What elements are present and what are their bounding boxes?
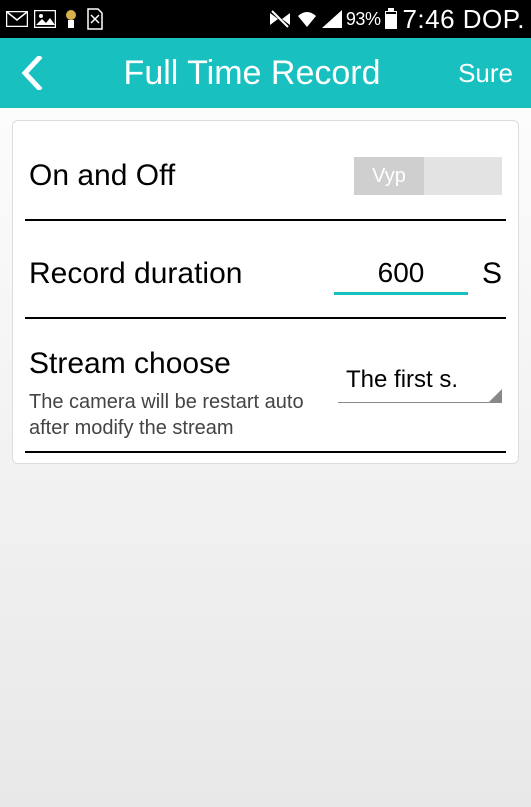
row-on-off: On and Off Vyp (25, 151, 506, 221)
toggle-state-label: Vyp (354, 157, 424, 195)
sure-button[interactable]: Sure (450, 58, 521, 89)
row-duration: Record duration S (25, 249, 506, 319)
battery-percentage: 93% (346, 9, 381, 30)
app-notification-icon (62, 9, 80, 29)
battery-icon (384, 8, 398, 30)
duration-input[interactable] (334, 253, 468, 295)
on-off-toggle[interactable]: Vyp (354, 157, 502, 195)
app-bar: Full Time Record Sure (0, 38, 531, 108)
status-bar: 93% 7:46 DOP. (0, 0, 531, 38)
settings-card: On and Off Vyp Record duration S Stream … (12, 120, 519, 464)
signal-icon (322, 10, 342, 28)
duration-label: Record duration (29, 257, 242, 291)
wifi-icon (296, 10, 318, 28)
status-left (6, 8, 104, 30)
vibrate-icon (268, 9, 292, 29)
stream-label: Stream choose (29, 347, 338, 381)
row-stream: Stream choose The camera will be restart… (25, 347, 506, 453)
status-right: 93% 7:46 DOP. (268, 4, 525, 35)
chevron-left-icon (21, 56, 43, 90)
page-title: Full Time Record (54, 54, 450, 93)
image-icon (34, 10, 56, 28)
on-off-label: On and Off (29, 159, 175, 193)
back-button[interactable] (10, 51, 54, 95)
duration-unit: S (482, 257, 502, 291)
status-clock: 7:46 DOP. (402, 4, 525, 35)
stream-value: The first s. (346, 366, 458, 394)
content-area: On and Off Vyp Record duration S Stream … (0, 108, 531, 807)
stream-spinner[interactable]: The first s. (338, 357, 502, 403)
document-icon (86, 8, 104, 30)
mail-icon (6, 11, 28, 27)
stream-note: The camera will be restart auto after mo… (29, 389, 338, 441)
